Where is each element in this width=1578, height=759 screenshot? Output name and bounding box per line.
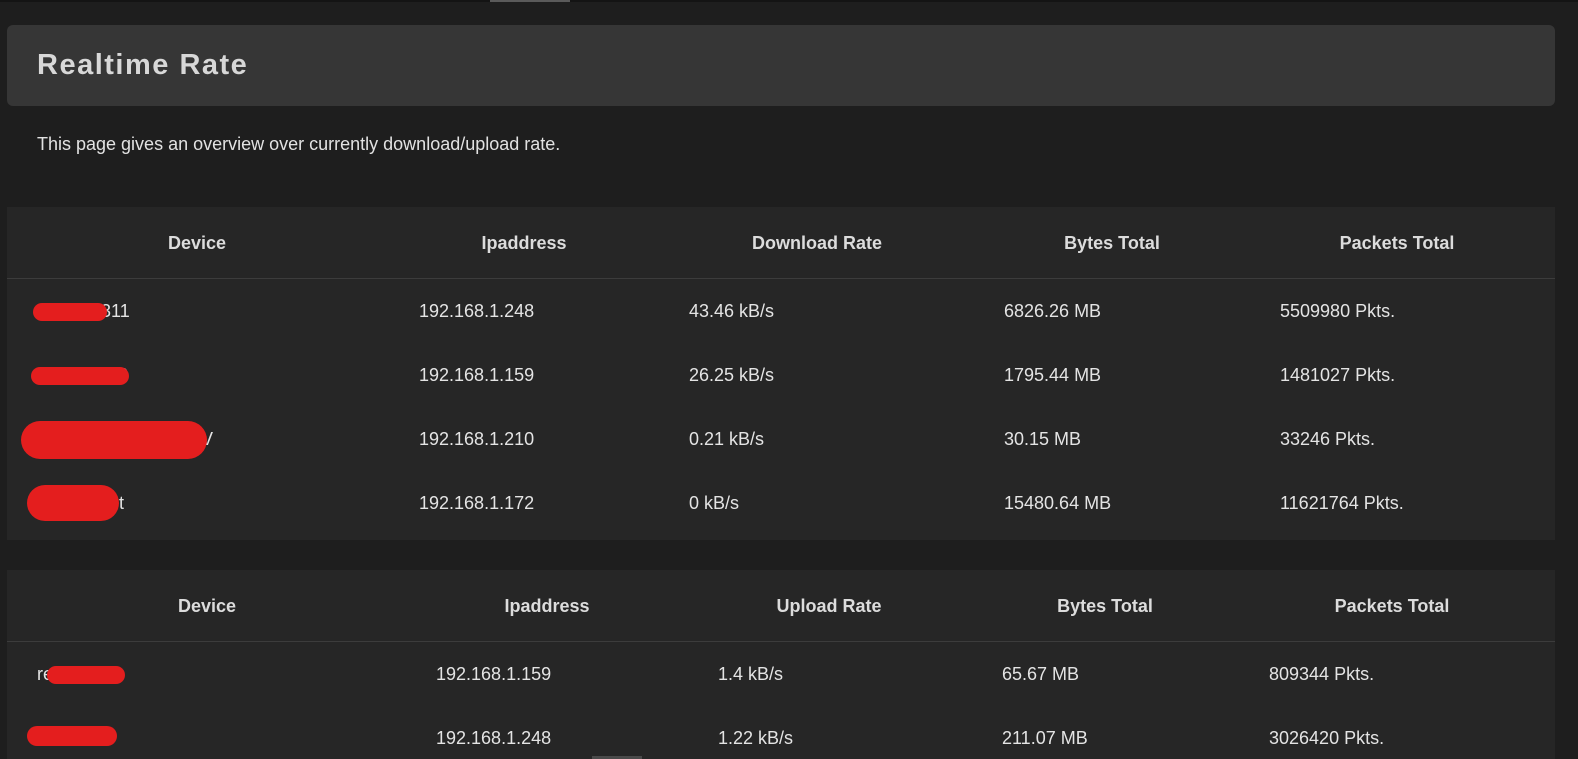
rate-cell: 0 kB/s — [689, 493, 740, 513]
column-header-bytes-total[interactable]: Bytes Total — [1037, 207, 1187, 279]
table-header: Device Ipaddress Upload Rate Bytes Total… — [7, 570, 1555, 642]
bytes-cell: 65.67 MB — [1002, 664, 1080, 684]
column-header-packets-total[interactable]: Packets Total — [1307, 570, 1477, 642]
page-title: Realtime Rate — [37, 49, 249, 81]
table-header: Device Ipaddress Download Rate Bytes Tot… — [7, 207, 1555, 279]
ip-cell: 192.168.1.172 — [419, 493, 535, 513]
packets-cell: 5509980 Pkts. — [1280, 301, 1396, 321]
column-header-bytes-total[interactable]: Bytes Total — [1030, 570, 1180, 642]
table-row: V 192.168.1.210 0.21 kB/s 30.15 MB 33246… — [7, 407, 1555, 471]
active-tab-indicator — [490, 0, 570, 2]
bytes-cell: 15480.64 MB — [1004, 493, 1112, 513]
redaction-mark — [31, 367, 129, 385]
column-header-device[interactable]: Device — [127, 570, 287, 642]
rate-cell: 0.21 kB/s — [689, 429, 765, 449]
bytes-cell: 6826.26 MB — [1004, 301, 1102, 321]
ip-cell: 192.168.1.210 — [419, 429, 535, 449]
column-header-packets-total[interactable]: Packets Total — [1312, 207, 1482, 279]
redaction-mark — [27, 485, 119, 521]
packets-cell: 809344 Pkts. — [1269, 664, 1375, 684]
ip-cell: 192.168.1.159 — [419, 365, 535, 385]
bytes-cell: 211.07 MB — [1002, 728, 1088, 748]
column-header-device[interactable]: Device — [117, 207, 277, 279]
rate-cell: 1.4 kB/s — [718, 664, 784, 684]
table-row: rea 192.168.1.159 1.4 kB/s 65.67 MB 8093… — [7, 642, 1555, 706]
rate-cell: 1.22 kB/s — [718, 728, 794, 748]
column-header-download-rate[interactable]: Download Rate — [727, 207, 907, 279]
packets-cell: 1481027 Pkts. — [1280, 365, 1396, 385]
download-rate-table: Device Ipaddress Download Rate Bytes Tot… — [7, 207, 1555, 540]
column-header-ipaddress[interactable]: Ipaddress — [467, 570, 627, 642]
column-header-upload-rate[interactable]: Upload Rate — [749, 570, 909, 642]
redaction-mark — [27, 726, 117, 746]
ip-cell: 192.168.1.159 — [436, 664, 552, 684]
table-row: 1311 192.168.1.248 43.46 kB/s 6826.26 MB… — [7, 279, 1555, 343]
rate-cell: 26.25 kB/s — [689, 365, 775, 385]
ip-cell: 192.168.1.248 — [436, 728, 552, 748]
top-nav-bar — [0, 0, 1578, 2]
bytes-cell: 30.15 MB — [1004, 429, 1082, 449]
table-row: vivo 192.168.1.248 1.22 kB/s 211.07 MB 3… — [7, 706, 1555, 759]
table-row: C2 192.168.1.159 26.25 kB/s 1795.44 MB 1… — [7, 343, 1555, 407]
title-card: Realtime Rate — [7, 25, 1555, 106]
column-header-ipaddress[interactable]: Ipaddress — [444, 207, 604, 279]
device-cell: t — [119, 493, 125, 513]
ip-cell: 192.168.1.248 — [419, 301, 535, 321]
page-description: This page gives an overview over current… — [37, 134, 561, 154]
bytes-cell: 1795.44 MB — [1004, 365, 1102, 385]
redaction-mark — [47, 666, 125, 684]
redaction-mark — [33, 303, 107, 321]
packets-cell: 3026420 Pkts. — [1269, 728, 1385, 748]
rate-cell: 43.46 kB/s — [689, 301, 775, 321]
upload-rate-table: Device Ipaddress Upload Rate Bytes Total… — [7, 570, 1555, 759]
packets-cell: 33246 Pkts. — [1280, 429, 1376, 449]
table-row: t 192.168.1.172 0 kB/s 15480.64 MB 11621… — [7, 471, 1555, 535]
redaction-mark — [21, 421, 207, 459]
realtime-rate-page: Realtime Rate This page gives an overvie… — [0, 0, 1578, 759]
packets-cell: 11621764 Pkts. — [1280, 493, 1404, 513]
